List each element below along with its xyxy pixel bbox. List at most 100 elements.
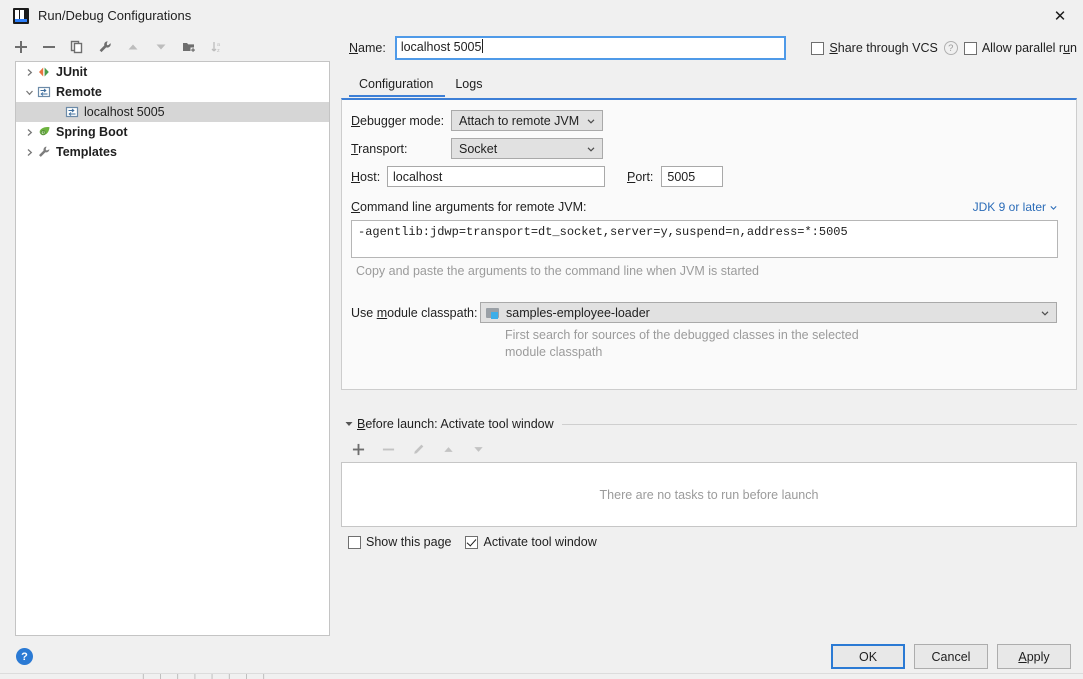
port-label: Port: <box>627 169 654 184</box>
share-through-vcs-label: Share through VCS <box>829 41 938 55</box>
share-through-vcs-checkbox[interactable]: Share through VCS <box>811 41 938 55</box>
move-into-folder-button[interactable] <box>176 35 202 59</box>
tab-label: Logs <box>455 77 483 91</box>
name-input-value: localhost 5005 <box>400 40 482 54</box>
folder-add-icon <box>183 43 196 53</box>
tree-item-remote[interactable]: Remote <box>16 82 329 102</box>
cmdline-hint: Copy and paste the arguments to the comm… <box>356 264 759 278</box>
remote-icon <box>64 104 80 120</box>
module-hint-line2: module classpath <box>505 345 603 359</box>
cmdline-value: -agentlib:jdwp=transport=dt_socket,serve… <box>358 225 848 239</box>
tab-configuration[interactable]: Configuration <box>349 74 446 97</box>
before-launch-options: Show this page Activate tool window <box>348 535 597 549</box>
checkbox-box <box>811 41 825 55</box>
debugger-mode-row: Debugger mode: Attach to remote JVM <box>351 110 603 131</box>
copy-icon <box>70 40 83 54</box>
allow-parallel-run-label: Allow parallel run <box>981 41 1077 55</box>
show-this-page-label: Show this page <box>366 535 452 549</box>
show-this-page-checkbox[interactable]: Show this page <box>348 535 451 549</box>
triangle-down-icon <box>473 446 483 452</box>
chevron-down-icon <box>584 144 598 154</box>
before-launch-header[interactable]: Before launch: Activate tool window <box>341 415 1077 433</box>
module-hint-line2-row: module classpath <box>505 345 602 359</box>
copy-configuration-button[interactable] <box>64 35 90 59</box>
triangle-up-icon <box>128 44 138 50</box>
debugger-mode-dropdown[interactable]: Attach to remote JVM <box>451 110 603 131</box>
chevron-down-icon <box>1050 205 1057 210</box>
add-configuration-button[interactable] <box>8 35 34 59</box>
tree-item-junit[interactable]: JUnit <box>16 62 329 82</box>
transport-row: Transport: Socket <box>351 138 603 159</box>
cmdline-label: Command line arguments for remote JVM: <box>351 200 587 214</box>
configurations-toolbar: a z <box>8 33 330 61</box>
window-bottom-edge: | | | | | | | | <box>0 673 1083 679</box>
expand-arrow-icon[interactable] <box>22 65 36 79</box>
cmdline-hint-row: Copy and paste the arguments to the comm… <box>356 264 759 278</box>
name-label: Name: <box>349 41 386 55</box>
checkbox-box <box>963 41 977 55</box>
before-launch-empty-text: There are no tasks to run before launch <box>599 487 819 502</box>
ok-button[interactable]: OK <box>831 644 905 669</box>
question-mark-icon[interactable]: ? <box>943 41 958 55</box>
dialog-buttons: OK Cancel Apply <box>831 644 1071 669</box>
cmdline-label-row: Command line arguments for remote JVM: J… <box>351 200 1058 214</box>
junit-icon <box>36 64 52 80</box>
expand-arrow-icon[interactable] <box>22 145 36 159</box>
expand-arrow-icon[interactable] <box>22 125 36 139</box>
background-artifact: | | | | | | | | <box>140 673 270 679</box>
module-hint-line1: First search for sources of the debugged… <box>505 328 859 342</box>
port-value: 5005 <box>667 169 696 184</box>
move-task-down-button[interactable] <box>465 437 491 461</box>
configuration-tabs: Configuration Logs <box>349 70 1077 97</box>
section-divider <box>561 423 1077 425</box>
debugger-mode-label: Debugger mode: <box>351 113 445 128</box>
move-down-button[interactable] <box>148 35 174 59</box>
port-input[interactable]: 5005 <box>661 166 724 187</box>
wrench-icon <box>36 144 52 160</box>
checkbox-box <box>465 535 479 549</box>
help-circle-icon[interactable]: ? <box>16 648 33 665</box>
edit-task-button[interactable] <box>405 437 431 461</box>
tab-logs[interactable]: Logs <box>445 74 494 97</box>
close-icon[interactable]: ✕ <box>1037 0 1083 31</box>
activate-tool-window-checkbox[interactable]: Activate tool window <box>465 535 597 549</box>
name-input[interactable]: localhost 5005 <box>394 36 786 60</box>
move-up-button[interactable] <box>120 35 146 59</box>
window-titlebar: Run/Debug Configurations ✕ <box>0 0 1083 31</box>
pencil-icon <box>413 444 423 454</box>
debugger-mode-value: Attach to remote JVM <box>459 113 580 128</box>
tree-item-spring-boot[interactable]: Spring Boot <box>16 122 329 142</box>
edit-templates-button[interactable] <box>92 35 118 59</box>
transport-dropdown[interactable]: Socket <box>451 138 603 159</box>
remove-configuration-button[interactable] <box>36 35 62 59</box>
jdk-version-label: JDK 9 or later <box>972 200 1046 214</box>
allow-parallel-run-checkbox[interactable]: Allow parallel run <box>963 41 1077 55</box>
add-task-button[interactable] <box>345 437 371 461</box>
remove-task-button[interactable] <box>375 437 401 461</box>
transport-label: Transport: <box>351 141 408 156</box>
svg-text:z: z <box>217 48 220 54</box>
tree-item-label: localhost 5005 <box>84 105 165 119</box>
cmdline-arguments-textarea[interactable]: -agentlib:jdwp=transport=dt_socket,serve… <box>351 220 1058 258</box>
apply-button[interactable]: Apply <box>997 644 1071 669</box>
host-value: localhost <box>393 169 443 184</box>
host-input[interactable]: localhost <box>387 166 605 187</box>
tree-item-localhost-5005[interactable]: localhost 5005 <box>16 102 329 122</box>
collapse-arrow-icon[interactable] <box>22 85 36 99</box>
tree-item-templates[interactable]: Templates <box>16 142 329 162</box>
minus-icon <box>43 46 55 48</box>
window-title: Run/Debug Configurations <box>38 8 192 23</box>
triangle-up-icon <box>443 446 453 452</box>
configurations-tree[interactable]: JUnit Remote localhost 5005 Spring Boot … <box>15 61 330 636</box>
ok-label: OK <box>858 649 878 664</box>
sort-configurations-button[interactable]: a z <box>204 35 230 59</box>
cancel-button[interactable]: Cancel <box>914 644 988 669</box>
triangle-down-icon[interactable] <box>341 419 357 429</box>
tree-item-label: Templates <box>56 145 117 159</box>
before-launch-toolbar <box>345 437 545 461</box>
module-hint-line1-row: First search for sources of the debugged… <box>505 328 859 342</box>
before-launch-task-list[interactable]: There are no tasks to run before launch <box>341 462 1077 527</box>
move-task-up-button[interactable] <box>435 437 461 461</box>
jdk-version-link[interactable]: JDK 9 or later <box>973 200 1058 214</box>
module-classpath-dropdown[interactable]: samples-employee-loader <box>480 302 1057 323</box>
